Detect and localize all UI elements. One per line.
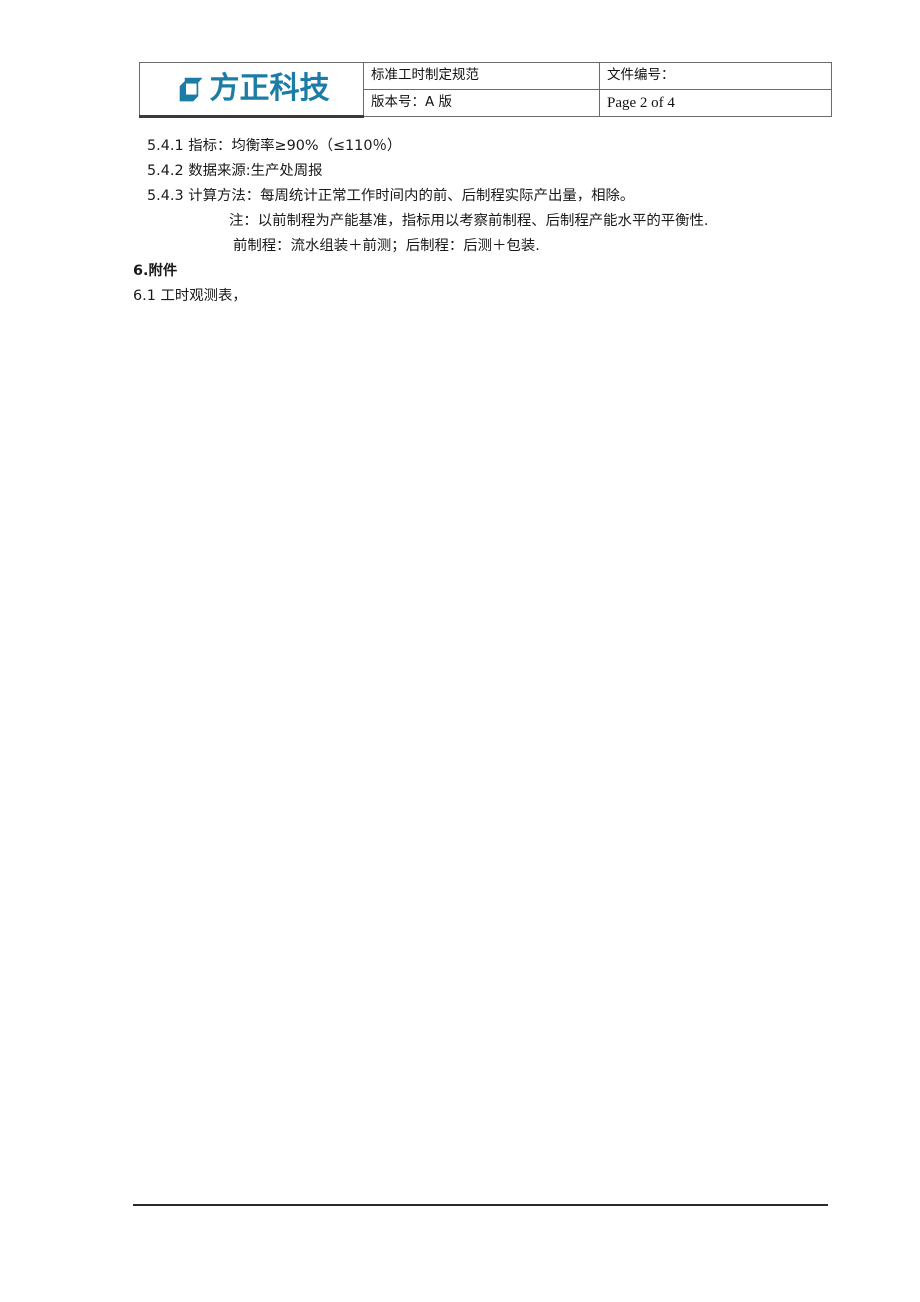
body-line-5.4.1: 5.4.1 指标：均衡率≥90%（≤110％）	[147, 138, 402, 154]
logo-cell: 方正科技	[139, 62, 364, 118]
footer-divider	[133, 1204, 828, 1206]
version-cell: 版本号：A 版	[363, 89, 600, 117]
doc-number-cell: 文件编号：	[599, 62, 832, 90]
doc-title-text: 标准工时制定规范	[371, 67, 479, 84]
company-logo: 方正科技	[140, 64, 363, 114]
document-body: 5.4.1 指标：均衡率≥90%（≤110％） 5.4.2 数据来源:生产处周报 5…	[0, 134, 920, 309]
page-indicator-cell: Page 2 of 4	[599, 89, 832, 117]
header-row-1: 方正科技 标准工时制定规范 文件编号：	[139, 62, 832, 118]
body-line-6: 6.附件	[133, 263, 178, 279]
document-header-table: 方正科技 标准工时制定规范 文件编号： 版本号：A 版 Page 2 of 4	[139, 62, 832, 118]
doc-number-label: 文件编号：	[607, 67, 675, 84]
body-line-note-2: 前制程：流水组装＋前测；后制程：后测＋包装.	[233, 238, 540, 254]
body-line-5.4.2: 5.4.2 数据来源:生产处周报	[147, 163, 323, 179]
body-line-note-1: 注：以前制程为产能基准，指标用以考察前制程、后制程产能水平的平衡性.	[229, 213, 709, 229]
page-indicator-text: Page 2 of 4	[607, 94, 675, 111]
body-line-5.4.3: 5.4.3 计算方法：每周统计正常工作时间内的前、后制程实际产出量，相除。	[147, 188, 635, 204]
logo-wordmark: 方正科技	[209, 71, 330, 106]
hexagon-ring-icon	[179, 77, 202, 101]
version-text: 版本号：A 版	[371, 94, 453, 111]
doc-title-cell: 标准工时制定规范	[363, 62, 600, 90]
document-page: 方正科技 标准工时制定规范 文件编号： 版本号：A 版 Page 2 of 4 …	[0, 0, 920, 1302]
body-line-6.1: 6.1 工时观测表，	[133, 288, 247, 304]
